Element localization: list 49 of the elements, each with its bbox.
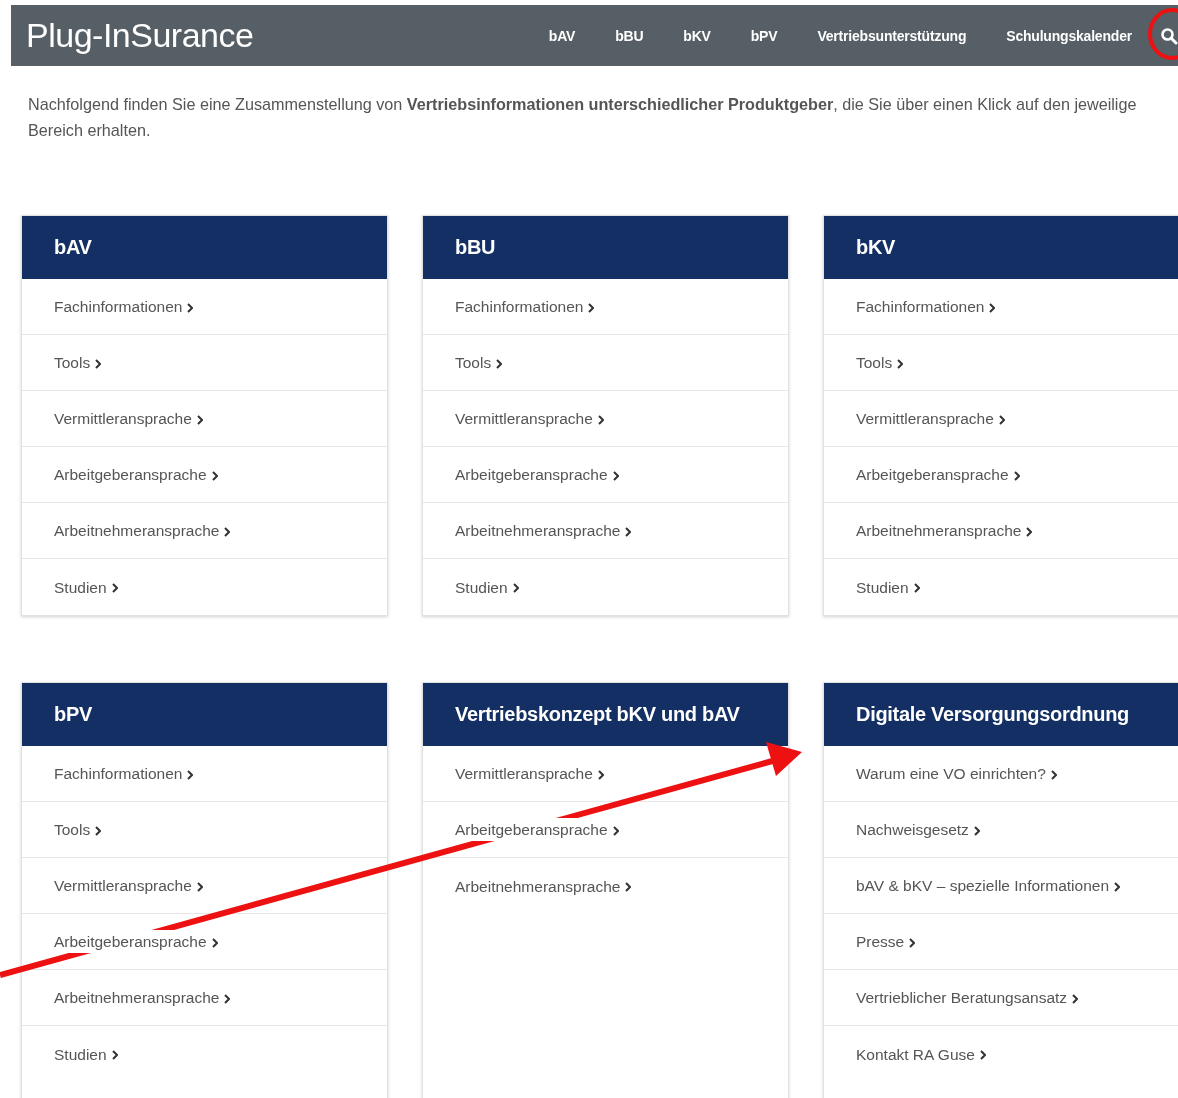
chevron-icon — [111, 583, 118, 594]
chevron-icon — [95, 825, 102, 836]
chevron-icon — [1013, 470, 1020, 481]
card-title: bKV — [824, 216, 1178, 279]
chevron-icon — [1114, 881, 1121, 892]
chevron-icon — [187, 302, 194, 313]
chevron-icon — [211, 937, 218, 948]
chevron-icon — [973, 825, 980, 836]
nav-link[interactable]: bKV — [663, 27, 731, 44]
nav-link[interactable]: bPV — [730, 27, 798, 44]
chevron-icon — [224, 993, 231, 1004]
nav-link[interactable]: Schulungskalender — [986, 27, 1152, 44]
logo[interactable]: Plug-InSurance — [26, 16, 254, 55]
chevron-icon — [1072, 993, 1079, 1004]
chevron-icon — [588, 302, 595, 313]
card-title: Vertriebskonzept bKV und bAV — [423, 683, 788, 746]
chevron-icon — [187, 769, 194, 780]
card-title: Digitale Versorgungsordnung — [824, 683, 1178, 746]
nav-link[interactable]: bAV — [528, 27, 596, 44]
chevron-icon — [998, 414, 1005, 425]
chevron-icon — [625, 882, 632, 893]
chevron-icon — [612, 470, 619, 481]
nav-link[interactable]: Vertriebsunterstützung — [797, 27, 987, 44]
chevron-icon — [512, 583, 519, 594]
nav-link[interactable]: bBU — [595, 27, 664, 44]
chevron-icon — [111, 1050, 118, 1061]
chevron-icon — [224, 526, 231, 537]
chevron-icon — [979, 1050, 986, 1061]
chevron-icon — [989, 302, 996, 313]
chevron-icon — [496, 358, 503, 369]
chevron-icon — [625, 526, 632, 537]
chevron-icon — [913, 583, 920, 594]
chevron-icon — [196, 414, 203, 425]
chevron-icon — [1050, 769, 1057, 780]
category-link[interactable]: Arbeitgeberansprache — [455, 818, 619, 841]
card-title: bBU — [423, 216, 788, 279]
category-link[interactable]: Arbeitgeberansprache — [54, 930, 218, 953]
chevron-icon — [597, 769, 604, 780]
chevron-icon — [612, 825, 619, 836]
chevron-icon — [597, 414, 604, 425]
card-title: bAV — [22, 216, 387, 279]
chevron-icon — [95, 358, 102, 369]
chevron-icon — [196, 881, 203, 892]
chevron-icon — [909, 937, 916, 948]
chevron-icon — [1026, 526, 1033, 537]
chevron-icon — [211, 470, 218, 481]
card-title: bPV — [22, 683, 387, 746]
intro-text: Nachfolgend finden Sie eine Zusammenstellung von Vertriebsinformationen unterschiedlicher Produktgeber, die Sie über einen Klick auf den jeweilige Bereich erhalten. — [28, 94, 1138, 141]
chevron-icon — [897, 358, 904, 369]
